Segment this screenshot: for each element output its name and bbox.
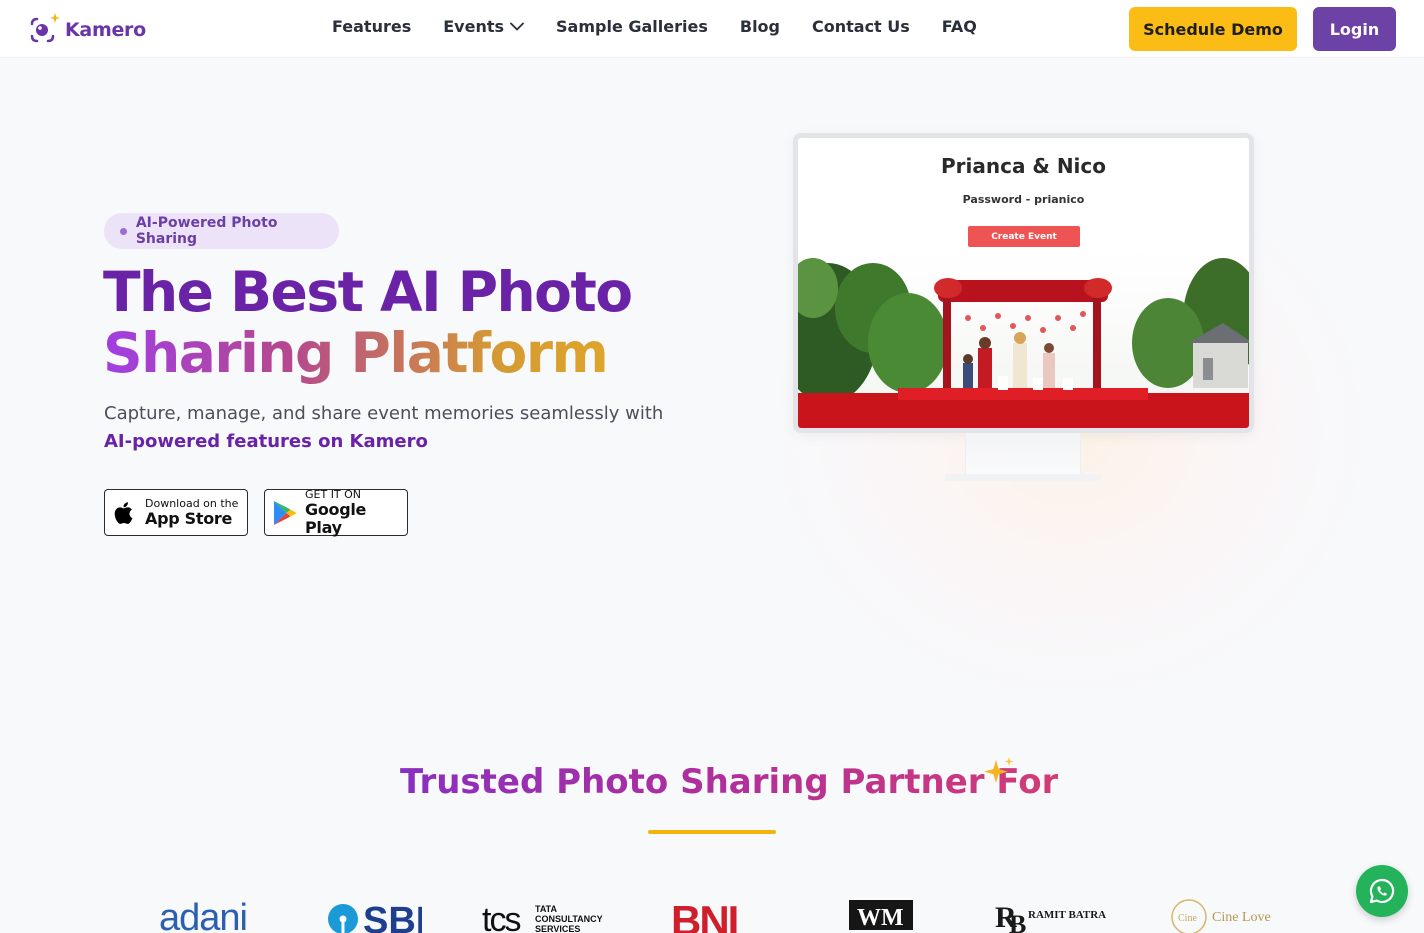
monitor-stand-base [945,474,1101,481]
tcs-logo: tcs TATA CONSULTANCY SERVICES [482,895,607,933]
tcs-sub-3: SERVICES [535,924,580,933]
wm-logo-text: WM [857,905,904,931]
trusted-section-title: Trusted Photo Sharing Partner For [400,762,1059,802]
create-event-button[interactable]: Create Event [968,226,1080,247]
google-play-big-label: Google Play [305,499,367,537]
whatsapp-icon [1369,878,1395,904]
monitor-stand-neck [965,433,1081,475]
nav-blog[interactable]: Blog [740,17,780,36]
hero-badge-label: AI-Powered Photo Sharing [135,215,278,247]
badge-dot-icon [120,227,127,235]
whatsapp-chat-button[interactable] [1356,865,1408,917]
event-password: Password - prianico [962,193,1085,206]
ramit-batra-logo: R B RAMIT BATRA [995,895,1110,933]
app-store-button[interactable]: Download on the App Store [104,489,248,536]
hero-subtitle: Capture, manage, and share event memorie… [104,403,664,424]
brand-name: Kamero [65,19,146,41]
login-button[interactable]: Login [1313,7,1396,51]
hero-title: The Best AI Photo Sharing Platform [103,260,633,384]
nav-contact-us[interactable]: Contact Us [812,17,910,36]
ramit-batra-text: RAMIT BATRA [1028,909,1106,921]
cine-love-logo: Cine Cine Love [1170,895,1275,933]
wm-logo: WM [849,895,915,933]
tcs-logo-text: tcs [482,901,520,933]
hero-title-line-1: The Best AI Photo [103,260,633,324]
sbi-logo-text: SBI [363,900,422,933]
schedule-demo-button[interactable]: Schedule Demo [1129,7,1297,51]
main-menu: Features Events Sample Galleries Blog Co… [332,17,1009,36]
adani-logo: adani [159,899,247,933]
event-title: Prianca & Nico [940,154,1107,178]
nav-events[interactable]: Events [443,17,524,36]
nav-events-label: Events [443,17,505,36]
tcs-sub-1: TATA [535,904,557,914]
camera-logo-icon [26,12,62,48]
bni-logo: BNI [671,895,756,933]
hero-title-line-2: Sharing Platform [103,323,632,384]
app-store-small-label: Download on the [145,496,239,510]
app-store-big-label: App Store [145,508,233,528]
svg-text:B: B [1009,910,1026,933]
tcs-sub-2: CONSULTANCY [535,914,603,924]
sbi-logo: SBI [327,895,422,933]
hero-badge: AI-Powered Photo Sharing [104,213,339,249]
monitor-preview: Prianca & Nico Password - prianico Creat… [793,133,1254,433]
title-underline [648,830,776,834]
bni-logo-text: BNI [671,897,737,933]
cine-love-text: Cine Love [1212,910,1271,925]
app-store-text: Download on the App Store [145,496,239,528]
wedding-photo-image [798,248,1249,428]
svg-text:Cine: Cine [1178,913,1197,924]
nav-features[interactable]: Features [332,17,411,36]
nav-faq[interactable]: FAQ [942,17,977,36]
hero-subtitle-highlight: AI-powered features on Kamero [104,431,428,452]
google-play-text: GET IT ON Google Play [305,488,407,537]
chevron-down-icon [510,22,524,31]
nav-sample-galleries[interactable]: Sample Galleries [556,17,708,36]
google-play-button[interactable]: GET IT ON Google Play [264,488,408,537]
apple-icon [113,500,137,526]
google-play-icon [273,500,297,526]
kamero-logo[interactable]: Kamero [26,12,146,48]
top-navigation: Kamero Features Events Sample Galleries … [0,0,1424,58]
sparkle-icon [982,756,1016,792]
